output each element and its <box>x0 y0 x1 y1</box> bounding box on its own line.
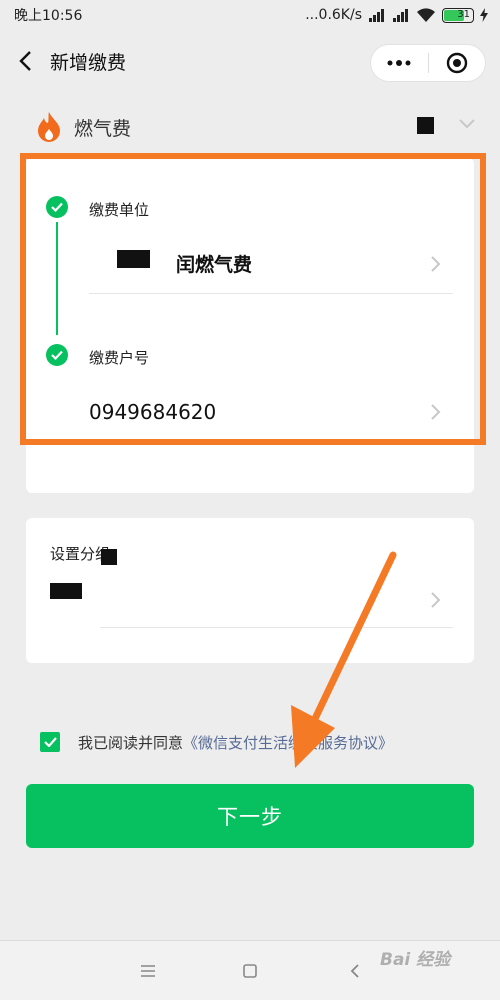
status-indicators: ...0.6K/s 31 <box>305 7 488 23</box>
system-back-button[interactable] <box>343 959 367 983</box>
more-dots-icon <box>387 60 411 66</box>
check-circle-icon <box>46 344 68 366</box>
account-label: 缴费户号 <box>89 349 150 367</box>
more-button[interactable] <box>371 45 428 81</box>
menu-icon <box>141 965 155 977</box>
charging-icon <box>480 8 488 22</box>
agreement-text: 我已阅读并同意 <box>78 733 184 752</box>
battery-icon: 31 <box>442 7 474 23</box>
target-close-icon <box>446 52 467 74</box>
agreement-row: 我已阅读并同意 《微信支付生活缴费服务协议》 <box>40 730 393 754</box>
next-button[interactable]: 下一步 <box>26 784 474 848</box>
watermark: Bai 经验 <box>380 950 451 970</box>
home-square-icon <box>243 964 257 978</box>
miniprogram-capsule <box>370 44 486 82</box>
check-circle-icon <box>46 196 68 218</box>
payee-label: 缴费单位 <box>89 201 150 219</box>
back-chevron-icon <box>350 964 359 978</box>
nav-bar: 新增缴费 <box>0 32 500 90</box>
status-bar: 晚上10:56 ...0.6K/s 31 <box>0 0 500 30</box>
chevron-right-icon[interactable] <box>430 403 442 421</box>
redaction-block <box>101 549 117 565</box>
account-value[interactable]: 0949684620 <box>89 400 216 424</box>
back-arrow-icon <box>19 51 31 71</box>
network-speed: ...0.6K/s <box>305 7 362 23</box>
back-button[interactable] <box>0 32 50 90</box>
close-miniprogram-button[interactable] <box>429 45 486 81</box>
chevron-right-icon[interactable] <box>430 591 442 609</box>
signal-icon-secondary <box>393 9 408 22</box>
payee-value[interactable]: 闰燃气费 <box>176 250 252 277</box>
signal-icon <box>369 9 384 22</box>
redaction-block <box>117 250 150 268</box>
chevron-right-icon[interactable] <box>430 255 442 273</box>
agreement-checkbox[interactable] <box>40 732 60 752</box>
divider <box>89 293 453 294</box>
redaction-block <box>417 117 434 134</box>
page-title: 新增缴费 <box>50 51 127 74</box>
bill-type-label: 燃气费 <box>74 117 132 140</box>
group-card <box>26 518 474 663</box>
flame-icon <box>38 112 60 142</box>
home-button[interactable] <box>238 959 262 983</box>
step-connector <box>56 222 58 335</box>
checkmark-icon <box>43 737 57 747</box>
agreement-link[interactable]: 《微信支付生活缴费服务协议》 <box>183 732 393 753</box>
chevron-down-icon[interactable] <box>458 118 476 130</box>
wifi-icon <box>417 7 435 22</box>
divider <box>100 627 453 628</box>
battery-level: 31 <box>457 8 470 20</box>
status-time: 晚上10:56 <box>14 8 83 24</box>
redaction-block <box>50 583 82 599</box>
menu-button[interactable] <box>136 959 160 983</box>
